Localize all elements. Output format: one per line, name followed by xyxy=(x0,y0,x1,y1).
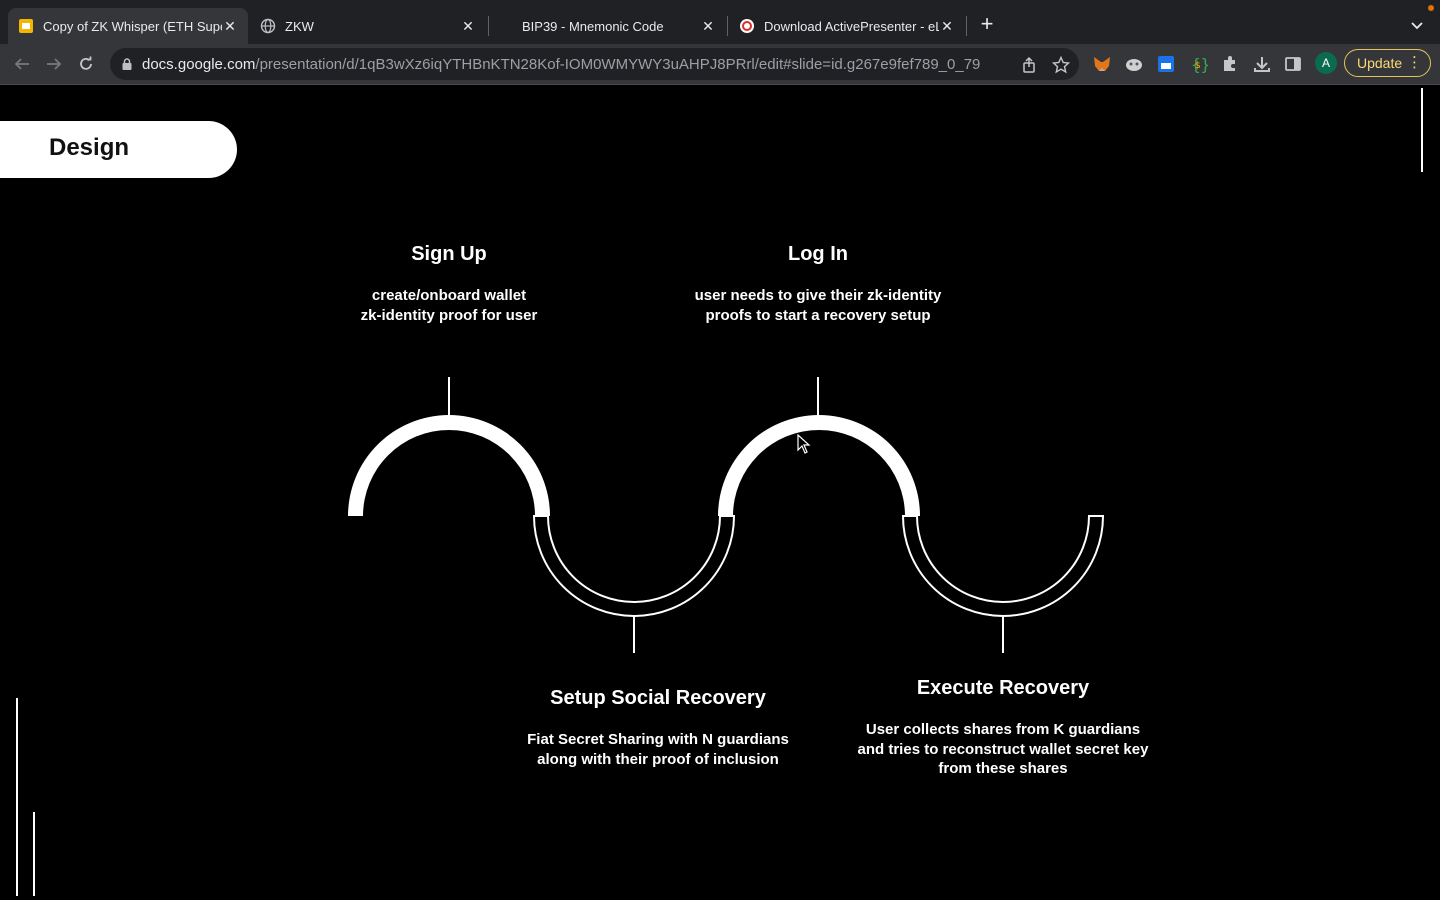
mouse-cursor-icon xyxy=(797,434,811,454)
step-desc-login: user needs to give their zk-identity pro… xyxy=(658,286,978,325)
step-title-setup: Setup Social Recovery xyxy=(550,687,766,709)
tab-search-chevron-icon[interactable] xyxy=(1408,16,1426,34)
extension-icon[interactable] xyxy=(1124,54,1144,74)
google-slides-icon xyxy=(18,18,34,34)
more-menu-icon[interactable]: ⋮ xyxy=(1407,50,1422,76)
tab-title: ZKW xyxy=(285,18,314,34)
reload-icon[interactable] xyxy=(74,53,98,75)
lock-icon[interactable] xyxy=(120,57,134,71)
tab-title: BIP39 - Mnemonic Code xyxy=(522,18,664,34)
desc-line: Fiat Secret Sharing with N guardians xyxy=(527,731,789,748)
step-desc-execute: User collects shares from K guardians an… xyxy=(823,720,1183,779)
step-desc-setup: Fiat Secret Sharing with N guardians alo… xyxy=(488,730,828,769)
url-host: docs.google.com xyxy=(142,55,256,73)
tab-bip39[interactable]: BIP39 - Mnemonic Code ✕ xyxy=(490,8,726,44)
step-desc-signup: create/onboard wallet zk-identity proof … xyxy=(299,286,599,325)
profile-avatar[interactable]: A xyxy=(1315,52,1337,74)
tab-separator xyxy=(966,16,967,36)
tab-zkw[interactable]: ZKW ✕ xyxy=(250,8,486,44)
tab-title: Download ActivePresenter - eL xyxy=(764,18,939,34)
extension-icon[interactable]: {}$ xyxy=(1188,54,1208,74)
side-panel-icon[interactable] xyxy=(1283,54,1303,74)
back-icon[interactable] xyxy=(10,53,34,75)
close-tab-icon[interactable]: ✕ xyxy=(222,18,238,34)
desc-line: user needs to give their zk-identity xyxy=(694,287,942,304)
desc-line: proofs to start a recovery setup xyxy=(705,306,931,324)
notification-dot xyxy=(1428,5,1434,11)
recovery-flow-wave xyxy=(348,377,1105,653)
tab-separator xyxy=(488,16,489,36)
new-tab-button[interactable]: + xyxy=(976,13,998,36)
tab-strip: Copy of ZK Whisper (ETH Supe ✕ ZKW ✕ BIP… xyxy=(0,0,1440,44)
address-bar[interactable]: docs.google.com/presentation/d/1qB3wXz6i… xyxy=(110,48,1079,80)
close-tab-icon[interactable]: ✕ xyxy=(460,18,476,34)
tab-separator xyxy=(727,16,728,36)
desc-line: and tries to reconstruct wallet secret k… xyxy=(857,740,1149,758)
wave-arc-execute xyxy=(901,515,1105,617)
extension-icon[interactable] xyxy=(1156,54,1176,74)
wave-arc-setup xyxy=(532,515,736,617)
desc-line: User collects shares from K guardians xyxy=(865,721,1141,738)
close-tab-icon[interactable]: ✕ xyxy=(939,18,955,34)
step-title-signup: Sign Up xyxy=(411,243,487,265)
update-button[interactable]: Update ⋮ xyxy=(1344,49,1431,77)
forward-icon[interactable] xyxy=(42,53,66,75)
svg-text:$: $ xyxy=(1195,61,1201,71)
tab-activepresenter[interactable]: Download ActivePresenter - eL ✕ xyxy=(729,8,965,44)
url-text: docs.google.com/presentation/d/1qB3wXz6i… xyxy=(142,56,980,73)
slide-canvas: Design Sign Up create/onboard wallet zk-… xyxy=(0,86,1440,900)
download-icon[interactable] xyxy=(1252,54,1272,74)
desc-line: from these shares xyxy=(938,760,1068,777)
wave-arc-login xyxy=(718,415,920,516)
globe-icon xyxy=(260,18,276,34)
extensions-puzzle-icon[interactable] xyxy=(1220,54,1240,74)
desc-line: zk-identity proof for user xyxy=(360,306,538,324)
step-title-execute: Execute Recovery xyxy=(916,677,1090,699)
browser-toolbar: docs.google.com/presentation/d/1qB3wXz6i… xyxy=(0,44,1440,85)
update-label: Update xyxy=(1357,55,1403,71)
share-icon[interactable] xyxy=(1020,56,1038,74)
metamask-extension-icon[interactable] xyxy=(1092,54,1112,74)
tab-title: Copy of ZK Whisper (ETH Supe xyxy=(43,18,222,34)
step-title-login: Log In xyxy=(788,243,848,265)
wave-arc-signup xyxy=(348,415,550,516)
desc-line: along with their proof of inclusion xyxy=(537,750,779,768)
url-path: /presentation/d/1qB3wXz6iqYTHBnKTN28Kof-… xyxy=(255,55,981,73)
tab-zk-whisper[interactable]: Copy of ZK Whisper (ETH Supe ✕ xyxy=(8,8,248,44)
close-tab-icon[interactable]: ✕ xyxy=(700,18,716,34)
desc-line: create/onboard wallet xyxy=(371,287,527,304)
bookmark-star-icon[interactable] xyxy=(1051,55,1071,74)
activepresenter-icon xyxy=(739,18,755,34)
